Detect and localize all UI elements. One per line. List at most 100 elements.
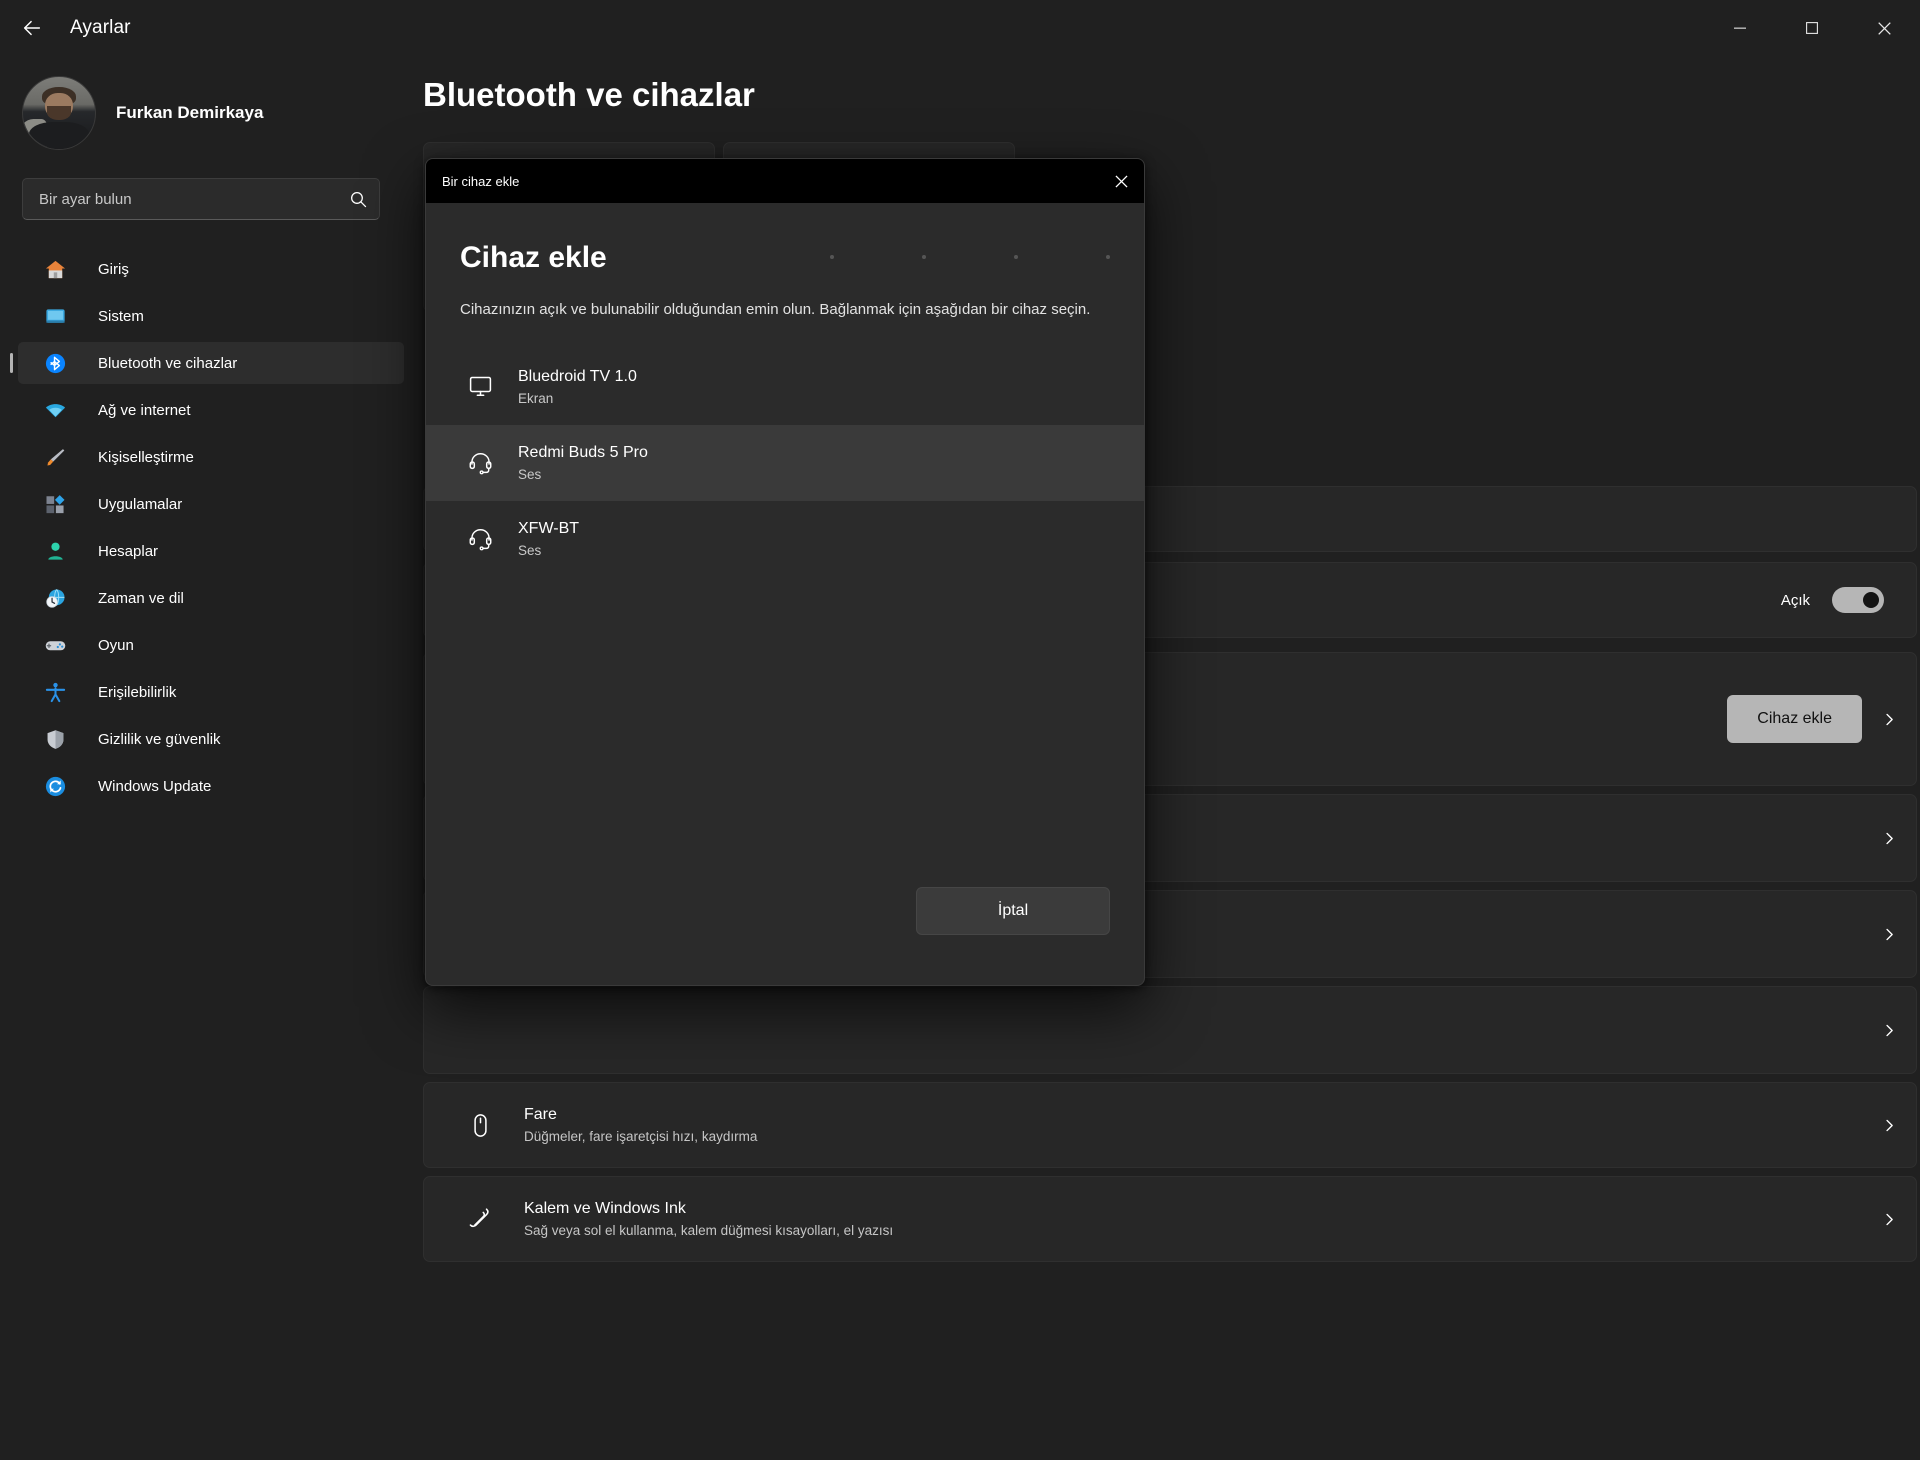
maximize-button[interactable] xyxy=(1776,0,1848,56)
maximize-icon xyxy=(1806,22,1818,34)
row-texts: Kalem ve Windows Ink Sağ veya sol el kul… xyxy=(524,1200,1862,1238)
headset-icon xyxy=(460,525,500,552)
add-device-dialog: Bir cihaz ekle Cihaz ekle Cihazınızın aç… xyxy=(425,158,1145,986)
row-title: Kalem ve Windows Ink xyxy=(524,1200,686,1217)
sidebar-item-label: Giriş xyxy=(98,260,129,278)
device-name: Bluedroid TV 1.0 xyxy=(518,367,637,385)
sidebar-item-label: Erişilebilirlik xyxy=(98,683,177,701)
windows-update-icon xyxy=(42,773,68,799)
sidebar-nav: Giriş Sistem Bluetooth ve cihazlar Ağ ve… xyxy=(0,248,420,807)
sidebar-item-label: Hesaplar xyxy=(98,542,159,560)
cancel-button[interactable]: İptal xyxy=(916,887,1110,935)
app-title: Ayarlar xyxy=(70,17,131,38)
shield-icon xyxy=(42,726,68,752)
accounts-icon xyxy=(42,538,68,564)
chevron-right-icon[interactable] xyxy=(1862,1212,1916,1227)
gamepad-icon xyxy=(42,632,68,658)
chevron-right-icon[interactable] xyxy=(1862,927,1916,942)
page-title: Bluetooth ve cihazlar xyxy=(423,76,755,113)
sidebar-item-giris[interactable]: Giriş xyxy=(18,248,404,290)
sidebar-item-uygulamalar[interactable]: Uygulamalar xyxy=(18,483,404,525)
settings-row-plain-3[interactable] xyxy=(423,986,1917,1074)
sidebar-item-ag-ve-internet[interactable]: Ağ ve internet xyxy=(18,389,404,431)
chevron-right-icon[interactable] xyxy=(1862,831,1916,846)
search-button[interactable] xyxy=(344,185,372,213)
sidebar-item-label: Oyun xyxy=(98,636,134,654)
sidebar-item-sistem[interactable]: Sistem xyxy=(18,295,404,337)
paintbrush-icon xyxy=(42,444,68,470)
minimize-button[interactable] xyxy=(1704,0,1776,56)
pen-icon xyxy=(458,1205,502,1233)
sidebar-item-bluetooth-ve-cihazlar[interactable]: Bluetooth ve cihazlar xyxy=(10,342,404,384)
home-icon xyxy=(42,256,68,282)
dialog-footer: İptal xyxy=(916,887,1110,935)
chevron-right-icon[interactable] xyxy=(1862,1023,1916,1038)
minimize-icon xyxy=(1734,27,1746,29)
row-title: Fare xyxy=(524,1106,557,1123)
chevron-right-icon[interactable] xyxy=(1862,1118,1916,1133)
arrow-left-icon xyxy=(23,20,41,36)
profile-name: Furkan Demirkaya xyxy=(116,103,264,122)
sidebar-item-zaman-ve-dil[interactable]: Zaman ve dil xyxy=(18,577,404,619)
device-texts: Redmi Buds 5 Pro Ses xyxy=(518,444,648,482)
toggle-knob xyxy=(1863,592,1879,608)
monitor-icon xyxy=(460,373,500,400)
sidebar-item-label: Bluetooth ve cihazlar xyxy=(98,354,238,372)
progress-dot xyxy=(922,255,926,259)
title-bar: Ayarlar xyxy=(0,0,1920,56)
device-kind: Ses xyxy=(518,542,542,558)
progress-dot xyxy=(1106,255,1110,259)
search-container xyxy=(22,178,380,220)
close-button[interactable] xyxy=(1848,0,1920,56)
close-icon xyxy=(1114,174,1128,188)
settings-row-fare[interactable]: Fare Düğmeler, fare işaretçisi hızı, kay… xyxy=(423,1082,1917,1168)
device-list-item-redmi-buds-5-pro[interactable]: Redmi Buds 5 Pro Ses xyxy=(426,424,1144,501)
progress-dot xyxy=(1014,255,1018,259)
device-texts: XFW-BT Ses xyxy=(518,520,579,558)
profile-block[interactable]: Furkan Demirkaya xyxy=(0,56,420,150)
window-controls xyxy=(1704,0,1920,56)
sidebar-item-label: Uygulamalar xyxy=(98,495,183,513)
dialog-progress-dots xyxy=(830,255,1110,259)
sidebar-item-erisilebilirlik[interactable]: Erişilebilirlik xyxy=(18,671,404,713)
row-subtitle: Sağ veya sol el kullanma, kalem düğmesi … xyxy=(524,1223,894,1238)
sidebar-item-label: Gizlilik ve güvenlik xyxy=(98,730,221,748)
chevron-right-icon[interactable] xyxy=(1862,712,1916,727)
row-texts: Fare Düğmeler, fare işaretçisi hızı, kay… xyxy=(524,1106,1862,1144)
dialog-caption-title: Bir cihaz ekle xyxy=(442,173,520,189)
avatar xyxy=(22,76,96,150)
bluetooth-toggle-label: Açık xyxy=(1780,591,1810,609)
sidebar-item-label: Windows Update xyxy=(98,777,212,795)
search-input[interactable] xyxy=(22,178,380,220)
bluetooth-toggle[interactable] xyxy=(1832,587,1884,613)
device-list-item-bluedroid-tv[interactable]: Bluedroid TV 1.0 Ekran xyxy=(426,349,1144,425)
sidebar: Furkan Demirkaya Giriş xyxy=(0,56,420,1460)
back-button[interactable] xyxy=(8,8,56,48)
dialog-title-bar: Bir cihaz ekle xyxy=(426,159,1144,203)
settings-row-kalem[interactable]: Kalem ve Windows Ink Sağ veya sol el kul… xyxy=(423,1176,1917,1262)
device-list-item-xfw-bt[interactable]: XFW-BT Ses xyxy=(426,501,1144,577)
progress-dot xyxy=(830,255,834,259)
sidebar-item-oyun[interactable]: Oyun xyxy=(18,624,404,666)
device-kind: Ses xyxy=(518,466,542,482)
system-icon xyxy=(42,303,68,329)
device-kind: Ekran xyxy=(518,390,554,406)
dialog-description: Cihazınızın açık ve bulunabilir olduğund… xyxy=(460,301,1091,318)
close-icon xyxy=(1877,21,1891,35)
sidebar-item-label: Sistem xyxy=(98,307,144,325)
dialog-close-button[interactable] xyxy=(1098,159,1144,203)
headset-icon xyxy=(460,449,500,476)
dialog-body: Cihaz ekle Cihazınızın açık ve bulunabil… xyxy=(426,203,1144,985)
sidebar-item-kisisellestirme[interactable]: Kişiselleştirme xyxy=(18,436,404,478)
sidebar-item-label: Zaman ve dil xyxy=(98,589,184,607)
time-language-icon xyxy=(42,585,68,611)
accessibility-icon xyxy=(42,679,68,705)
sidebar-item-gizlilik-ve-guvenlik[interactable]: Gizlilik ve güvenlik xyxy=(18,718,404,760)
mouse-icon xyxy=(458,1112,502,1139)
add-device-button[interactable]: Cihaz ekle xyxy=(1727,695,1862,743)
wifi-icon xyxy=(42,397,68,423)
device-name: XFW-BT xyxy=(518,519,580,537)
sidebar-item-windows-update[interactable]: Windows Update xyxy=(18,765,404,807)
sidebar-item-hesaplar[interactable]: Hesaplar xyxy=(18,530,404,572)
device-name: Redmi Buds 5 Pro xyxy=(518,443,648,461)
